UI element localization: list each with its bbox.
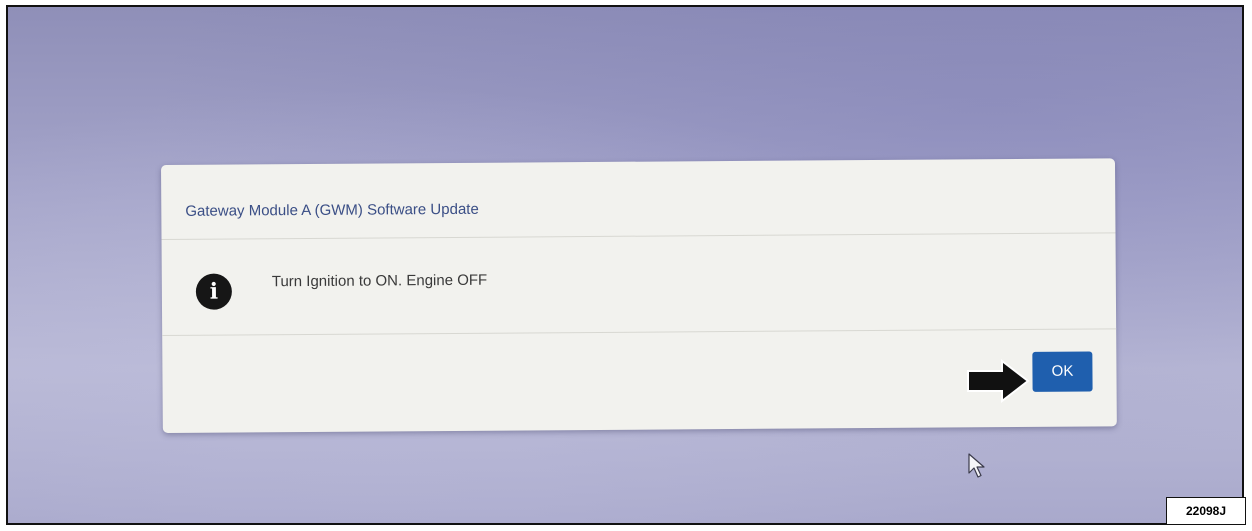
info-icon: i <box>195 273 233 310</box>
dialog-message: Turn Ignition to ON. Engine OFF <box>271 271 488 291</box>
figure-id-label: 22098J <box>1166 497 1246 525</box>
dialog-header: Gateway Module A (GWM) Software Update <box>161 158 1116 240</box>
ok-button[interactable]: OK <box>1032 351 1093 392</box>
arrow-right-icon <box>967 359 1030 403</box>
mouse-cursor-icon <box>968 453 985 478</box>
dialog-body: i Turn Ignition to ON. Engine OFF <box>161 233 1117 336</box>
dialog-title: Gateway Module A (GWM) Software Update <box>185 200 479 220</box>
screen-photo: Gateway Module A (GWM) Software Update i… <box>6 5 1244 525</box>
